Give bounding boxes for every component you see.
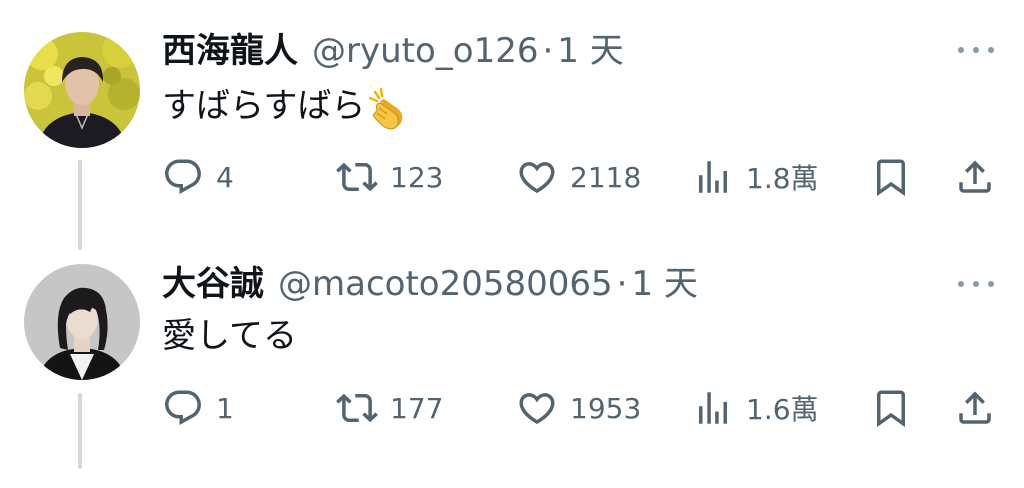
reply-icon [165,390,201,425]
like-button[interactable]: 1953 [516,386,641,430]
thread-line [78,393,82,469]
tweet[interactable]: 大谷誠 @macoto20580065 · 1 天 愛してる 1 177 195… [0,250,1024,488]
views-count: 1.6萬 [746,393,819,426]
retweet-button[interactable]: 123 [336,155,443,199]
display-name[interactable]: 西海龍人 [162,29,298,73]
share-icon [959,160,991,193]
reply-count: 4 [216,160,234,194]
clapping-hands-icon [367,86,411,130]
bookmark-icon [877,159,905,197]
tweet[interactable]: 西海龍人 @ryuto_o126 · 1 天 すばらすばら 4 123 2118… [0,0,1024,250]
bookmark-button[interactable] [870,155,912,199]
share-icon [959,391,991,424]
avatar[interactable] [24,264,140,380]
tweet-text: 愛してる [162,314,297,358]
share-button[interactable] [954,386,996,430]
views-icon [699,161,727,193]
reply-icon [165,159,201,194]
views-icon [699,392,727,424]
reply-count: 1 [216,391,234,425]
avatar[interactable] [24,32,140,148]
tweet-actions: 1 177 1953 1.6萬 [160,386,1000,430]
share-button[interactable] [954,155,996,199]
tweet-text-content: すばらすばら [162,86,366,126]
reply-button[interactable]: 1 [162,386,234,430]
more-icon[interactable] [958,44,994,56]
views-button[interactable]: 1.8萬 [692,155,819,199]
timestamp[interactable]: 1 天 [631,262,697,306]
thread-line [78,160,82,250]
tweet-text: すばらすばら [162,84,411,130]
like-icon [519,393,555,425]
retweet-icon [336,393,378,423]
tweet-text-content: 愛してる [162,316,297,356]
tweet-header: 西海龍人 @ryuto_o126 · 1 天 [162,29,624,73]
bookmark-icon [877,390,905,428]
tweet-header: 大谷誠 @macoto20580065 · 1 天 [162,262,698,306]
retweet-icon [336,162,378,192]
like-count: 2118 [570,160,642,194]
reply-button[interactable]: 4 [162,155,234,199]
display-name[interactable]: 大谷誠 [162,262,264,306]
timestamp[interactable]: 1 天 [557,29,623,73]
like-count: 1953 [570,391,642,425]
retweet-count: 177 [390,391,444,425]
user-handle[interactable]: @macoto20580065 [278,262,613,306]
views-count: 1.8萬 [746,162,819,195]
separator: · [542,31,554,71]
more-icon[interactable] [958,278,994,290]
user-handle[interactable]: @ryuto_o126 [312,29,538,73]
retweet-count: 123 [390,160,444,194]
like-button[interactable]: 2118 [516,155,641,199]
tweet-actions: 4 123 2118 1.8萬 [160,155,1000,199]
retweet-button[interactable]: 177 [336,386,443,430]
bookmark-button[interactable] [870,386,912,430]
like-icon [519,162,555,194]
views-button[interactable]: 1.6萬 [692,386,819,430]
separator: · [616,264,628,304]
